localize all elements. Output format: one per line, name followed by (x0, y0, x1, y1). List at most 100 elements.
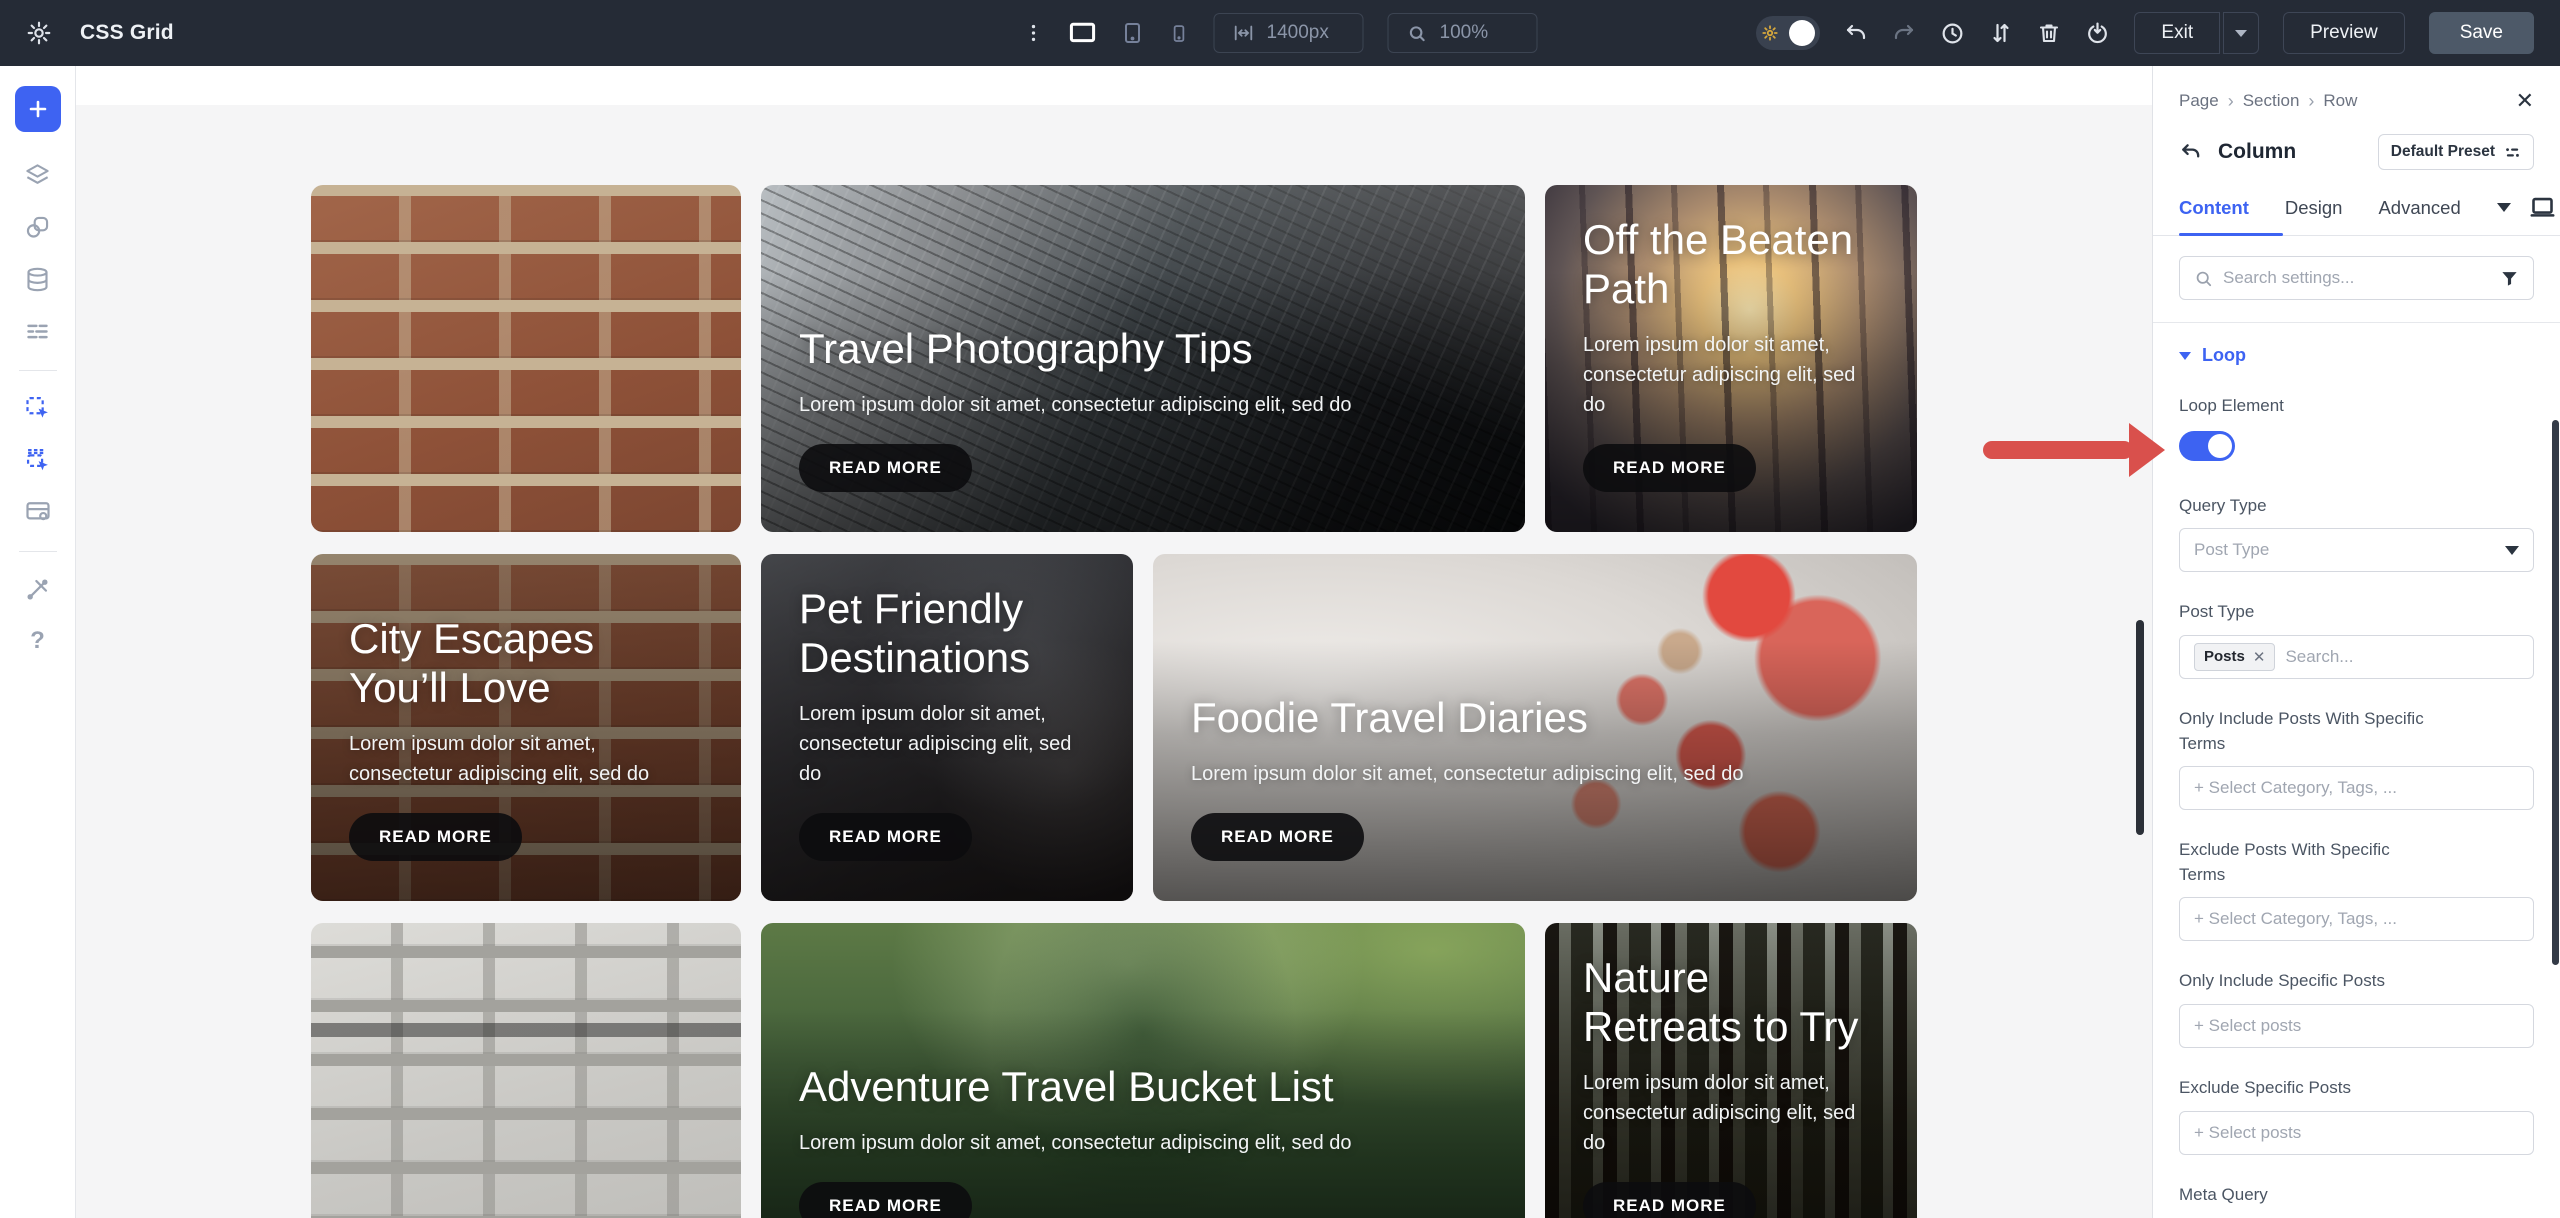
chevron-down-icon (2235, 30, 2247, 37)
sidebar-divider (19, 551, 57, 552)
trash-icon[interactable] (2037, 21, 2061, 45)
mobile-icon[interactable] (1169, 23, 1190, 44)
card-title: Foodie Travel Diaries (1191, 693, 1879, 743)
filter-funnel-icon[interactable] (2500, 269, 2519, 288)
loop-card[interactable]: Travel Photography Tips Lorem ipsum dolo… (761, 185, 1525, 532)
sidebar-item-select-children[interactable] (15, 437, 61, 483)
read-more-button[interactable]: READ MORE (1191, 813, 1364, 861)
desktop-icon[interactable] (1069, 19, 1097, 47)
query-type-label: Query Type (2179, 494, 2534, 519)
sidebar-item-layers[interactable] (15, 152, 61, 198)
add-element-icon (26, 97, 50, 121)
read-more-button[interactable]: READ MORE (1583, 444, 1756, 492)
loop-card[interactable]: Adventure Travel Bucket List Lorem ipsum… (761, 923, 1525, 1218)
chevron-down-icon (2505, 546, 2519, 555)
default-preset-button[interactable]: Default Preset (2378, 134, 2534, 170)
include-posts-input[interactable]: + Select posts (2179, 1004, 2534, 1048)
sidebar-item-styles[interactable] (15, 204, 61, 250)
exclude-terms-input[interactable]: + Select Category, Tags, ... (2179, 897, 2534, 941)
tab-advanced[interactable]: Advanced (2378, 197, 2460, 219)
exclude-terms-label: Exclude Posts With Specific Terms (2179, 838, 2434, 887)
search-input[interactable] (2223, 268, 2490, 288)
loop-card[interactable]: Foodie Travel Diaries Lorem ipsum dolor … (1153, 554, 1917, 901)
loop-card[interactable]: Off the Beaten Path Lorem ipsum dolor si… (1545, 185, 1917, 532)
post-type-label: Post Type (2179, 600, 2534, 625)
shutdown-arrow-icon[interactable] (2085, 21, 2110, 46)
sidebar-item-select-element[interactable] (15, 385, 61, 431)
meta-query-label: Meta Query (2179, 1183, 2534, 1208)
post-type-input[interactable]: Posts ✕ Search... (2179, 635, 2534, 679)
loop-card-image-only[interactable] (311, 185, 741, 532)
zoom-icon (1407, 23, 1428, 44)
card-title: Off the Beaten Path (1583, 215, 1879, 314)
loop-section-header[interactable]: Loop (2179, 345, 2534, 366)
read-more-button[interactable]: READ MORE (799, 444, 972, 492)
chevron-right-icon: › (2308, 91, 2314, 112)
dynamic-data-icon (24, 266, 51, 293)
settings-search[interactable] (2179, 256, 2534, 300)
card-title: Adventure Travel Bucket List (799, 1062, 1487, 1112)
loop-card[interactable]: Nature Retreats to Try Lorem ipsum dolor… (1545, 923, 1917, 1218)
history-icon[interactable] (1940, 21, 1965, 46)
canvas-scrollbar[interactable] (2136, 620, 2144, 835)
undo-icon[interactable] (1844, 21, 1868, 45)
preset-icon (2504, 144, 2521, 161)
sidebar-item-responsive-preview[interactable] (15, 489, 61, 535)
panel-scrollbar[interactable] (2552, 420, 2559, 965)
loop-element-toggle[interactable] (2179, 431, 2235, 461)
preview-button[interactable]: Preview (2283, 12, 2405, 54)
exit-dropdown-button[interactable] (2223, 12, 2259, 54)
redo-icon[interactable] (1892, 21, 1916, 45)
add-element-button[interactable] (15, 86, 61, 132)
read-more-button[interactable]: READ MORE (799, 813, 972, 861)
desktop-breakpoint-icon[interactable] (2529, 194, 2556, 221)
kebab-menu-icon[interactable] (1023, 22, 1045, 44)
card-title: Travel Photography Tips (799, 324, 1487, 374)
back-arrow-icon[interactable] (2179, 141, 2202, 164)
sort-arrows-icon[interactable] (1989, 21, 2013, 45)
structure-icon (24, 318, 51, 345)
toggle-knob (2208, 434, 2232, 458)
card-excerpt: Lorem ipsum dolor sit amet, consectetur … (799, 699, 1095, 789)
left-toolbar: ? (0, 66, 76, 1218)
save-button[interactable]: Save (2429, 12, 2534, 54)
query-type-select[interactable]: Post Type (2179, 528, 2534, 572)
loop-card[interactable]: City Escapes You’ll Love Lorem ipsum dol… (311, 554, 741, 901)
exit-button[interactable]: Exit (2134, 12, 2220, 54)
remove-chip-icon[interactable]: ✕ (2253, 648, 2266, 666)
sidebar-item-dynamic-data[interactable] (15, 256, 61, 302)
card-title: City Escapes You’ll Love (349, 614, 703, 713)
tab-design[interactable]: Design (2285, 197, 2343, 219)
annotation-arrow (1983, 441, 2133, 459)
loop-card[interactable]: Pet Friendly Destinations Lorem ipsum do… (761, 554, 1133, 901)
panel-tabs: Content Design Advanced (2179, 194, 2534, 221)
sidebar-item-help[interactable]: ? (15, 618, 61, 664)
canvas-width-control[interactable]: 1400px (1214, 13, 1364, 53)
loop-card-image-only[interactable] (311, 923, 741, 1218)
divider (2153, 322, 2560, 323)
sidebar-item-tools[interactable] (15, 566, 61, 612)
builder-canvas: Travel Photography Tips Lorem ipsum dolo… (76, 66, 2152, 1218)
top-toolbar: CSS Grid 1400px 100% (0, 0, 2560, 66)
read-more-button[interactable]: READ MORE (1583, 1182, 1756, 1218)
settings-gear-icon[interactable] (26, 20, 52, 46)
read-more-button[interactable]: READ MORE (349, 813, 522, 861)
breadcrumb-page[interactable]: Page (2179, 91, 2219, 111)
settings-panel: Page › Section › Row ✕ Column Default Pr… (2152, 66, 2560, 1218)
close-panel-button[interactable]: ✕ (2516, 90, 2534, 112)
breadcrumb-section[interactable]: Section (2243, 91, 2300, 111)
zoom-value: 100% (1440, 22, 1489, 44)
help-icon: ? (30, 627, 45, 655)
layers-icon (24, 162, 51, 189)
tab-content[interactable]: Content (2179, 197, 2249, 219)
builder-mode-toggle[interactable] (1756, 16, 1820, 50)
include-terms-input[interactable]: + Select Category, Tags, ... (2179, 766, 2534, 810)
sidebar-item-structure[interactable] (15, 308, 61, 354)
tablet-icon[interactable] (1121, 21, 1145, 45)
breakpoint-dropdown-icon[interactable] (2497, 203, 2511, 212)
zoom-control[interactable]: 100% (1388, 13, 1538, 53)
exclude-posts-input[interactable]: + Select posts (2179, 1111, 2534, 1155)
read-more-button[interactable]: READ MORE (799, 1182, 972, 1218)
breadcrumb-row[interactable]: Row (2323, 91, 2357, 111)
card-excerpt: Lorem ipsum dolor sit amet, consectetur … (1191, 759, 1831, 789)
